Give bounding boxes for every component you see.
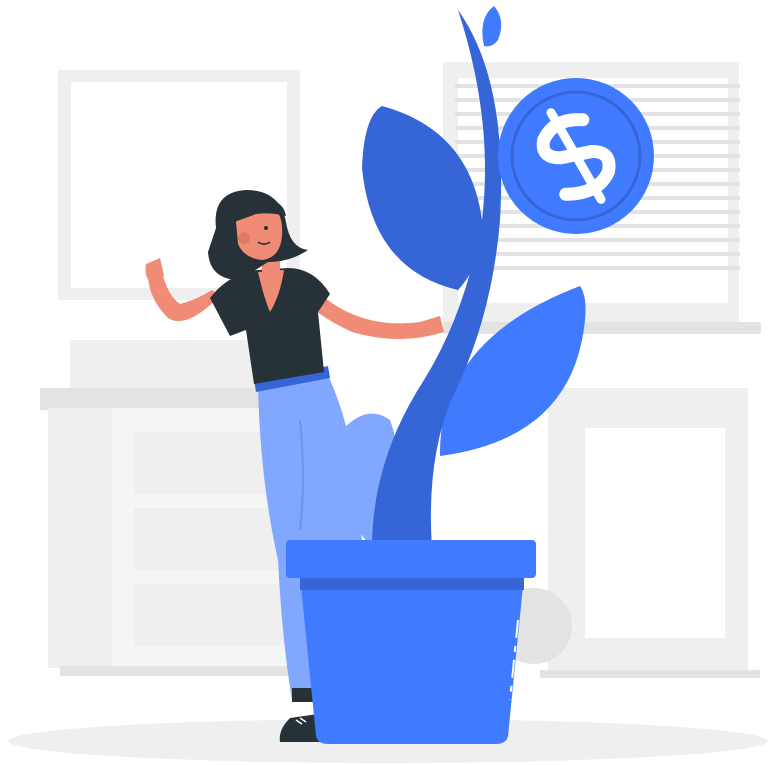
illustration-stage bbox=[0, 0, 768, 765]
pot-rim-shadow bbox=[300, 576, 524, 590]
dollar-coin bbox=[498, 78, 654, 234]
side-cabinet bbox=[540, 388, 760, 678]
pot-body bbox=[300, 576, 524, 744]
money-plant-illustration bbox=[8, 6, 768, 763]
eye bbox=[264, 226, 268, 230]
pot-rim bbox=[286, 540, 536, 578]
right-arm bbox=[310, 292, 444, 339]
plant-pot bbox=[286, 540, 536, 744]
ear bbox=[238, 232, 250, 244]
tip-leaf bbox=[482, 6, 502, 47]
